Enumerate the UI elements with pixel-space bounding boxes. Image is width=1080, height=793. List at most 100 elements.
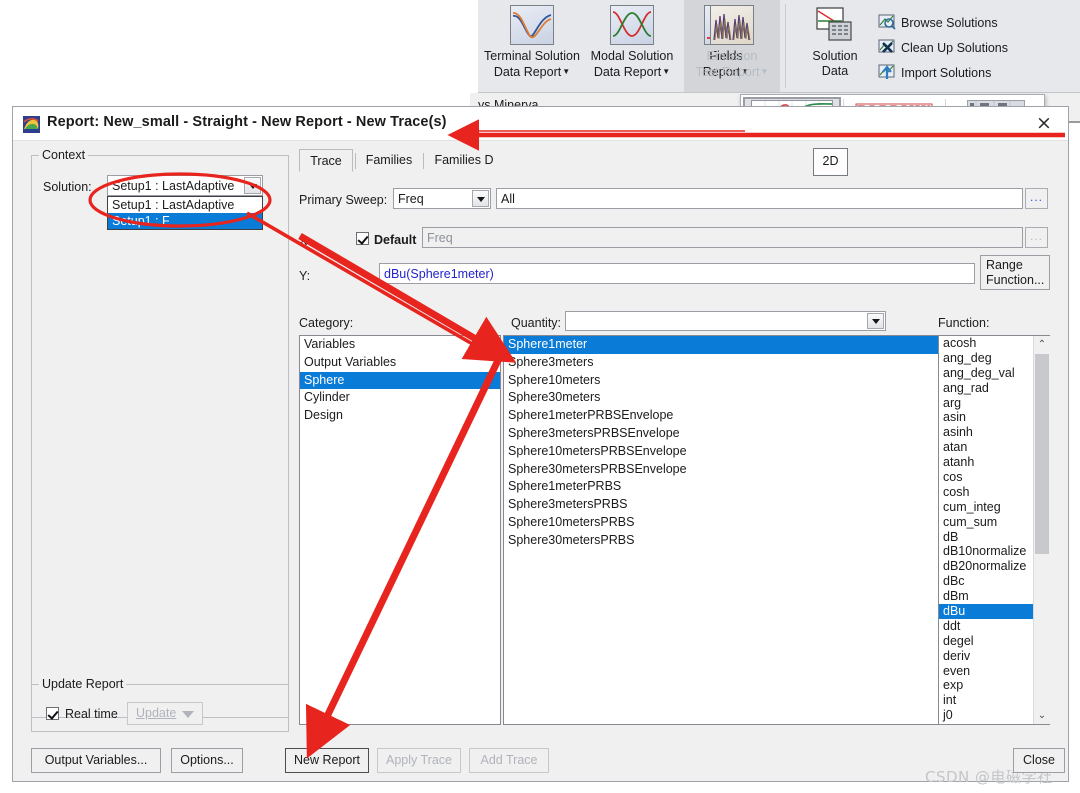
quantity-item[interactable]: Sphere10meters bbox=[504, 372, 945, 390]
x-default-checkbox[interactable] bbox=[356, 232, 369, 245]
quantity-item[interactable]: Sphere1meterPRBSEnvelope bbox=[504, 407, 945, 425]
primary-sweep-value: Freq bbox=[398, 191, 424, 206]
primary-sweep-combobox[interactable]: Freq bbox=[393, 188, 491, 209]
import-solutions-icon bbox=[878, 63, 896, 81]
range-function-line1: Range bbox=[986, 258, 1023, 272]
ribbon-small-label: Browse Solutions bbox=[901, 16, 998, 30]
range-function-line2: Function... bbox=[986, 273, 1045, 287]
ribbon-btn-line2: Data bbox=[821, 64, 849, 78]
solution-label: Solution: bbox=[43, 180, 92, 194]
ribbon-modal-solution-data-report[interactable]: Modal Solution Data Report▼ bbox=[584, 5, 680, 80]
ribbon-btn-line2: Data Report▼ bbox=[493, 64, 571, 79]
update-split-button[interactable]: Update bbox=[127, 702, 203, 725]
terminal-solution-chart-icon bbox=[510, 5, 554, 45]
report-app-icon bbox=[23, 116, 40, 133]
ribbon-btn-line1: Emission bbox=[706, 49, 758, 63]
x-label: X: bbox=[299, 234, 311, 248]
scrollbar-thumb[interactable] bbox=[1035, 354, 1049, 554]
ribbon-btn-line2: Data Report▼ bbox=[593, 64, 671, 79]
quantity-item[interactable]: Sphere1meter bbox=[504, 336, 945, 354]
solution-option[interactable]: Setup1 : LastAdaptive bbox=[108, 197, 262, 213]
range-function-button[interactable]: Range Function... bbox=[980, 255, 1050, 290]
quantity-item[interactable]: Sphere3metersPRBS bbox=[504, 496, 945, 514]
context-group: Context bbox=[31, 148, 289, 718]
primary-sweep-range-value: All bbox=[501, 191, 515, 206]
quantity-item[interactable]: Sphere10metersPRBS bbox=[504, 514, 945, 532]
chevron-down-icon[interactable] bbox=[472, 190, 489, 207]
chevron-down-icon[interactable] bbox=[182, 711, 194, 718]
chevron-down-icon[interactable] bbox=[244, 177, 261, 194]
function-list-scrollbar[interactable]: ⌃ ⌄ bbox=[1033, 336, 1050, 724]
x-value-input: Freq bbox=[422, 227, 1023, 248]
ribbon-browse-solutions[interactable]: Browse Solutions bbox=[878, 12, 998, 34]
context-group-legend: Context bbox=[39, 148, 89, 162]
chevron-down-icon[interactable] bbox=[867, 313, 884, 329]
solution-combobox[interactable]: Setup1 : LastAdaptive bbox=[107, 175, 263, 196]
ribbon-small-label: Clean Up Solutions bbox=[901, 41, 1009, 55]
ribbon-import-solutions[interactable]: Import Solutions bbox=[878, 62, 991, 84]
quantity-item[interactable]: Sphere3metersPRBSEnvelope bbox=[504, 425, 945, 443]
realtime-checkbox[interactable] bbox=[46, 707, 59, 720]
tab-families-display[interactable]: Families D bbox=[425, 149, 503, 172]
ribbon-small-label: Import Solutions bbox=[901, 66, 992, 80]
modal-solution-chart-icon bbox=[610, 5, 654, 45]
scroll-up-arrow-icon[interactable]: ⌃ bbox=[1034, 336, 1050, 353]
primary-sweep-label: Primary Sweep: bbox=[299, 193, 388, 207]
output-variables-button[interactable]: Output Variables... bbox=[31, 748, 161, 773]
ribbon-solution-data[interactable]: Solution Data bbox=[796, 5, 874, 79]
dialog-close-icon[interactable]: × bbox=[1022, 107, 1066, 140]
scroll-down-arrow-icon[interactable]: ⌄ bbox=[1034, 707, 1050, 724]
browse-solutions-icon bbox=[878, 13, 896, 31]
chevron-down-icon[interactable]: ▼ bbox=[761, 64, 769, 79]
update-report-group-legend: Update Report bbox=[39, 677, 127, 691]
options-button[interactable]: Options... bbox=[171, 748, 243, 773]
y-label: Y: bbox=[299, 269, 311, 283]
quantity-listbox[interactable]: Sphere1meter Sphere3meters Sphere10meter… bbox=[503, 335, 946, 725]
chevron-down-icon[interactable]: ▼ bbox=[662, 64, 670, 79]
y-value: dBu(Sphere1meter) bbox=[384, 266, 494, 281]
chevron-down-icon[interactable]: ▼ bbox=[562, 64, 570, 79]
tab-families[interactable]: Families bbox=[357, 149, 421, 172]
tab-separator bbox=[355, 153, 356, 169]
quantity-item[interactable]: Sphere1meterPRBS bbox=[504, 478, 945, 496]
ribbon-terminal-solution-data-report[interactable]: Terminal Solution Data Report▼ bbox=[484, 5, 580, 80]
ribbon-emission-test-report[interactable]: Emission Test Report▼ bbox=[684, 5, 780, 80]
new-report-button[interactable]: New Report bbox=[285, 748, 369, 773]
realtime-label: Real time bbox=[65, 707, 118, 721]
ribbon-btn-line1: Terminal Solution bbox=[484, 49, 580, 63]
ribbon-clean-up-solutions[interactable]: Clean Up Solutions bbox=[878, 37, 1008, 59]
ribbon-btn-line1: Solution bbox=[812, 49, 858, 63]
quantity-item[interactable]: Sphere3meters bbox=[504, 354, 945, 372]
x-value: Freq bbox=[427, 230, 453, 245]
solution-combobox-value: Setup1 : LastAdaptive bbox=[112, 178, 235, 193]
quantity-item[interactable]: Sphere30meters bbox=[504, 389, 945, 407]
category-item[interactable]: Design bbox=[300, 407, 500, 425]
clean-up-solutions-icon bbox=[878, 38, 896, 56]
close-button[interactable]: Close bbox=[1013, 748, 1065, 773]
quantity-item[interactable]: Sphere30metersPRBS bbox=[504, 532, 945, 550]
category-item[interactable]: Output Variables bbox=[300, 354, 500, 372]
gallery-tooltip: 2D bbox=[813, 148, 848, 176]
category-item[interactable]: Cylinder bbox=[300, 389, 500, 407]
category-listbox[interactable]: Variables Output Variables Sphere Cylind… bbox=[299, 335, 501, 725]
category-item[interactable]: Sphere bbox=[300, 371, 500, 390]
solution-data-icon bbox=[813, 5, 857, 45]
category-item[interactable]: Variables bbox=[300, 336, 500, 354]
y-value-input[interactable]: dBu(Sphere1meter) bbox=[379, 263, 975, 284]
ribbon-group-separator bbox=[785, 4, 786, 88]
primary-sweep-range-ellipsis-button[interactable]: ... bbox=[1025, 188, 1048, 209]
solution-dropdown-list[interactable]: Setup1 : LastAdaptive Setup1 : F bbox=[107, 196, 263, 230]
category-label: Category: bbox=[299, 316, 354, 330]
solution-option[interactable]: Setup1 : F bbox=[108, 213, 262, 229]
tab-trace[interactable]: Trace bbox=[299, 149, 353, 172]
quantity-filter-combobox[interactable] bbox=[565, 311, 886, 331]
primary-sweep-range-input[interactable]: All bbox=[496, 188, 1023, 209]
screen-root: Terminal Solution Data Report▼ Modal Sol… bbox=[0, 0, 1080, 793]
quantity-item[interactable]: Sphere30metersPRBSEnvelope bbox=[504, 461, 945, 479]
function-label: Function: bbox=[938, 316, 990, 330]
x-default-label: Default bbox=[374, 233, 417, 247]
quantity-item[interactable]: Sphere10metersPRBSEnvelope bbox=[504, 443, 945, 461]
ribbon-toolbar: Terminal Solution Data Report▼ Modal Sol… bbox=[478, 0, 1080, 93]
ribbon-btn-line1: Modal Solution bbox=[590, 49, 674, 63]
dialog-titlebar: Report: New_small - Straight - New Repor… bbox=[13, 107, 1068, 141]
